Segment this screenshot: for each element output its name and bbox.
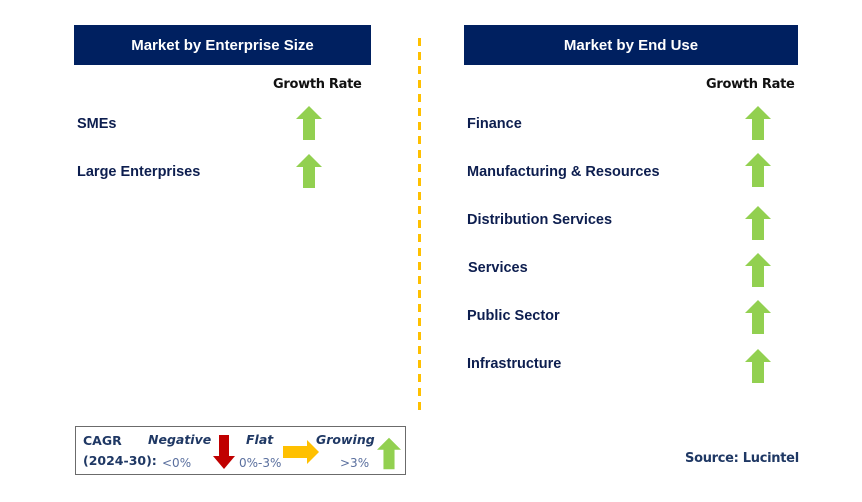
segment-label: Manufacturing & Resources	[467, 164, 660, 180]
panel-divider	[418, 38, 421, 412]
legend-flat-range: 0%-3%	[239, 456, 282, 470]
legend-cagr-label: CAGR	[83, 433, 122, 448]
growth-rate-header-left: Growth Rate	[273, 77, 362, 92]
growing-arrow-icon	[296, 154, 322, 188]
flat-arrow-icon	[283, 440, 319, 464]
growth-rate-header-right: Growth Rate	[706, 77, 795, 92]
legend-flat-label: Flat	[246, 432, 274, 447]
segment-label: Distribution Services	[467, 212, 613, 228]
legend-negative-range: <0%	[162, 456, 192, 470]
segment-label: Infrastructure	[467, 356, 562, 372]
end-use-header: Market by End Use	[464, 25, 798, 65]
enterprise-size-header: Market by Enterprise Size	[74, 25, 371, 65]
cagr-legend: CAGR (2024-30): Negative <0% Flat 0%-3% …	[75, 426, 406, 475]
growing-arrow-icon	[745, 206, 771, 240]
growing-arrow-icon	[745, 253, 771, 287]
growing-arrow-icon	[745, 106, 771, 140]
negative-arrow-icon	[213, 435, 235, 469]
growing-arrow-icon	[377, 437, 401, 470]
growing-arrow-icon	[745, 349, 771, 383]
growing-arrow-icon	[296, 106, 322, 140]
source-label: Source: Lucintel	[685, 451, 799, 466]
legend-growing-range: >3%	[340, 456, 370, 470]
segment-label: SMEs	[77, 116, 117, 132]
enterprise-size-title: Market by Enterprise Size	[131, 36, 314, 54]
growing-arrow-icon	[745, 300, 771, 334]
segment-label: Finance	[467, 116, 522, 132]
legend-growing-label: Growing	[316, 432, 375, 447]
segment-label: Public Sector	[467, 308, 560, 324]
segment-label: Large Enterprises	[77, 164, 201, 180]
segment-label: Services	[468, 260, 528, 276]
growing-arrow-icon	[745, 153, 771, 187]
legend-negative-label: Negative	[148, 432, 212, 447]
legend-period-label: (2024-30):	[83, 453, 157, 468]
end-use-title: Market by End Use	[563, 36, 699, 54]
